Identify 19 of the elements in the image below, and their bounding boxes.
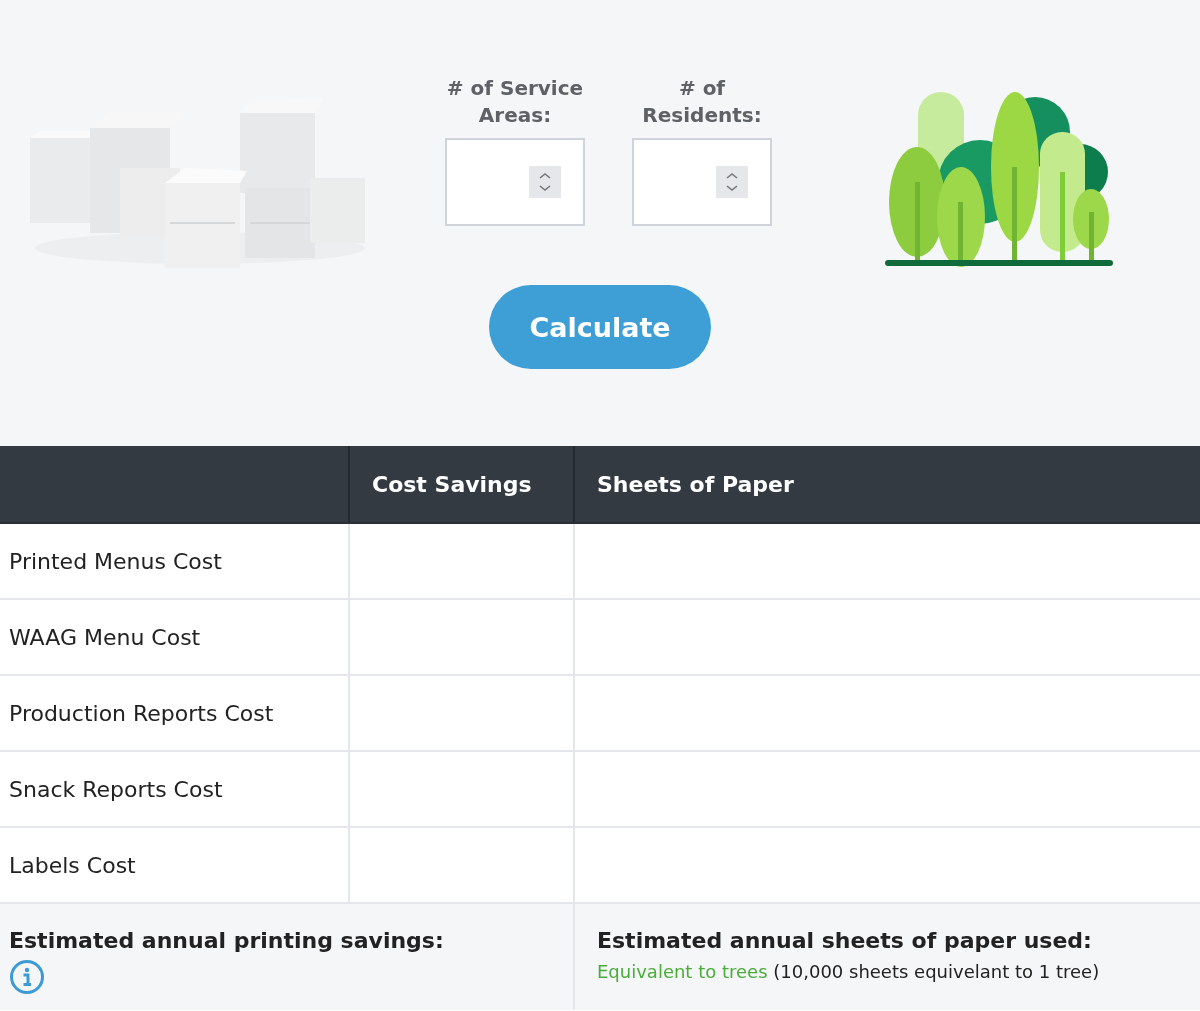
field-label: # of Service Areas: xyxy=(445,75,585,129)
number-field[interactable] xyxy=(445,138,585,226)
summary-title: Estimated annual printing savings: xyxy=(9,928,445,953)
spinner-icon[interactable] xyxy=(716,166,748,198)
column-header: Cost Savings xyxy=(350,446,575,522)
field-label: # of Residents: xyxy=(641,75,763,129)
column-header: Sheets of Paper xyxy=(596,470,795,499)
row-label: WAAG Menu Cost xyxy=(0,600,350,674)
row-label: Labels Cost xyxy=(0,828,350,902)
number-field[interactable] xyxy=(632,138,772,226)
spinner-icon[interactable] xyxy=(529,166,561,198)
trees-note: (10,000 sheets equivelant to 1 tree) xyxy=(773,961,1100,982)
info-icon[interactable] xyxy=(9,959,45,995)
summary-title: Estimated annual sheets of paper used: xyxy=(597,928,1093,953)
row-label: Printed Menus Cost xyxy=(0,524,350,598)
row-label: Production Reports Cost xyxy=(0,676,350,750)
calculate-button[interactable]: Calculate xyxy=(489,285,711,369)
trees-equivalent: Equivalent to trees xyxy=(597,961,768,982)
row-label: Snack Reports Cost xyxy=(0,752,350,826)
